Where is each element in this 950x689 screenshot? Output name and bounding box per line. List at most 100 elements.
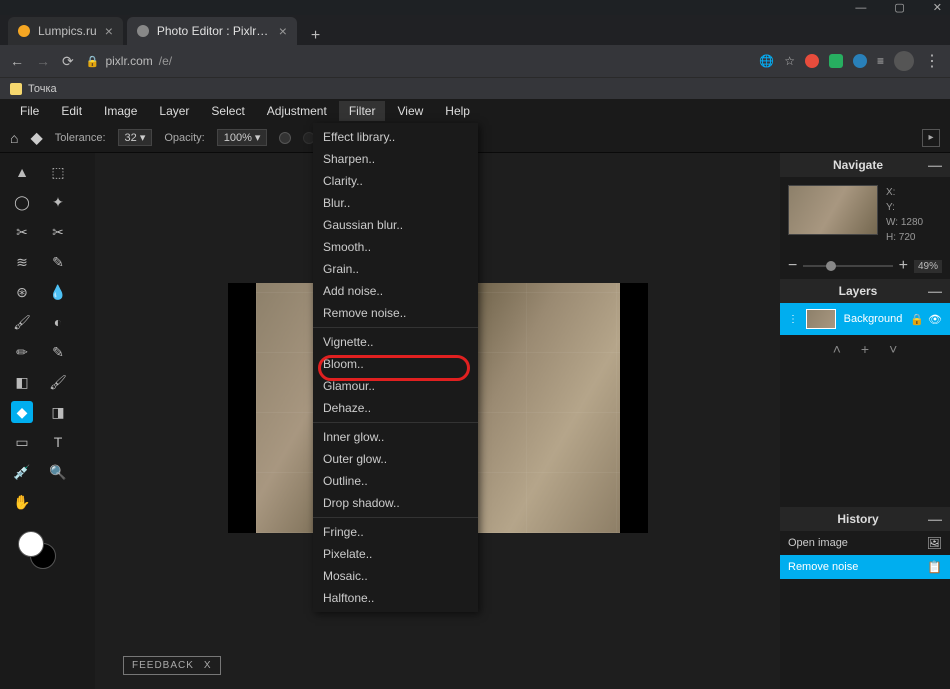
paint-tool-icon[interactable]: 🖌 — [47, 371, 69, 393]
filter-mosaic[interactable]: Mosaic.. — [313, 565, 478, 587]
menu-filter[interactable]: Filter — [339, 101, 386, 121]
cut-tool-icon[interactable]: ✂ — [47, 221, 69, 243]
lock-icon[interactable]: 🔒 — [910, 313, 924, 326]
feedback-button[interactable]: FEEDBACK X — [123, 656, 221, 675]
zoom-in-icon[interactable]: + — [899, 257, 908, 275]
extension-icon[interactable] — [805, 54, 819, 68]
filter-sharpen[interactable]: Sharpen.. — [313, 148, 478, 170]
layer-add-icon[interactable]: + — [861, 341, 869, 357]
feedback-close-icon[interactable]: X — [204, 660, 212, 671]
filter-vignette[interactable]: Vignette.. — [313, 331, 478, 353]
foreground-color[interactable] — [18, 531, 44, 557]
minimize-icon[interactable]: — — [928, 157, 942, 173]
filter-blur[interactable]: Blur.. — [313, 192, 478, 214]
liquify-tool-icon[interactable]: ≋ — [11, 251, 33, 273]
menu-edit[interactable]: Edit — [51, 101, 92, 121]
history-item-active[interactable]: Remove noise 📋 — [780, 555, 950, 579]
marquee-tool-icon[interactable]: ⬚ — [47, 161, 69, 183]
profile-avatar[interactable] — [894, 51, 914, 71]
zoom-value[interactable]: 49% — [914, 260, 942, 273]
slider-thumb[interactable] — [826, 261, 836, 271]
gradient-tool-icon[interactable]: ◨ — [47, 401, 69, 423]
filter-grain[interactable]: Grain.. — [313, 258, 478, 280]
minimize-icon[interactable]: — — [928, 283, 942, 299]
filter-outer-glow[interactable]: Outer glow.. — [313, 448, 478, 470]
eraser-tool-icon[interactable]: ◧ — [11, 371, 33, 393]
translate-icon[interactable]: 🌐 — [759, 54, 774, 68]
filter-add-noise[interactable]: Add noise.. — [313, 280, 478, 302]
crop-tool-icon[interactable]: ✂ — [11, 221, 33, 243]
clone-tool-icon[interactable]: ⊛ — [11, 281, 33, 303]
filter-clarity[interactable]: Clarity.. — [313, 170, 478, 192]
option-toggle[interactable] — [279, 132, 291, 144]
tolerance-input[interactable]: 32 ▾ — [118, 129, 153, 146]
home-icon[interactable]: ⌂ — [10, 130, 18, 146]
window-maximize[interactable]: ▢ — [894, 1, 904, 14]
filter-pixelate[interactable]: Pixelate.. — [313, 543, 478, 565]
menu-icon[interactable]: ⋮ — [924, 51, 940, 71]
fill-tool-icon[interactable]: ◆ — [11, 401, 33, 423]
shape-tool-icon[interactable]: ▭ — [11, 431, 33, 453]
filter-smooth[interactable]: Smooth.. — [313, 236, 478, 258]
visibility-icon[interactable]: 👁 — [928, 313, 942, 326]
menu-adjustment[interactable]: Adjustment — [257, 101, 337, 121]
draw-tool-icon[interactable]: ✎ — [47, 341, 69, 363]
opacity-input[interactable]: 100% ▾ — [217, 129, 268, 146]
drag-handle-icon[interactable]: ⋮ — [788, 314, 798, 325]
filter-bloom[interactable]: Bloom.. — [313, 353, 478, 375]
history-item[interactable]: Open image 🖼 — [780, 531, 950, 555]
zoom-slider[interactable] — [803, 265, 892, 267]
menu-view[interactable]: View — [387, 101, 433, 121]
browser-tab-active[interactable]: Photo Editor : Pixlr E - free imag... × — [127, 17, 297, 45]
panel-toggle-icon[interactable]: ▸ — [922, 129, 940, 147]
tab-close-icon[interactable]: × — [105, 23, 113, 39]
dodge-tool-icon[interactable]: ◐ — [47, 311, 69, 333]
new-tab-button[interactable]: + — [301, 27, 330, 45]
pencil-tool-icon[interactable]: ✏ — [11, 341, 33, 363]
filter-outline[interactable]: Outline.. — [313, 470, 478, 492]
extension-icon[interactable]: ≡ — [877, 54, 884, 68]
bookmark-item[interactable]: Точка — [28, 83, 57, 95]
window-minimize[interactable]: — — [855, 2, 866, 14]
extension-icon[interactable] — [829, 54, 843, 68]
filter-glamour[interactable]: Glamour.. — [313, 375, 478, 397]
brush-tool-icon[interactable]: 🖌 — [11, 311, 33, 333]
filter-effect-library[interactable]: Effect library.. — [313, 126, 478, 148]
back-icon[interactable]: ← — [10, 53, 24, 69]
eyedropper-tool-icon[interactable]: 💉 — [11, 461, 33, 483]
move-tool-icon[interactable]: ▲ — [11, 161, 33, 183]
lasso-tool-icon[interactable]: ◯ — [11, 191, 33, 213]
menu-layer[interactable]: Layer — [149, 101, 199, 121]
url-input[interactable]: 🔒 pixlr.com/e/ — [86, 54, 748, 68]
filter-halftone[interactable]: Halftone.. — [313, 587, 478, 609]
color-swatch[interactable] — [18, 531, 56, 569]
window-close[interactable]: ✕ — [933, 1, 942, 14]
tab-close-icon[interactable]: × — [279, 23, 287, 39]
reload-icon[interactable]: ⟳ — [62, 53, 74, 70]
star-icon[interactable]: ☆ — [784, 54, 795, 68]
pen-tool-icon[interactable]: ✎ — [47, 251, 69, 273]
blur-tool-icon[interactable]: 💧 — [47, 281, 69, 303]
zoom-tool-icon[interactable]: 🔍 — [47, 461, 69, 483]
filter-fringe[interactable]: Fringe.. — [313, 521, 478, 543]
forward-icon[interactable]: → — [36, 53, 50, 69]
browser-tab[interactable]: Lumpics.ru × — [8, 17, 123, 45]
menu-help[interactable]: Help — [435, 101, 480, 121]
extension-icon[interactable] — [853, 54, 867, 68]
wand-tool-icon[interactable]: ✦ — [47, 191, 69, 213]
minimize-icon[interactable]: — — [928, 511, 942, 527]
menu-select[interactable]: Select — [201, 101, 254, 121]
hand-tool-icon[interactable]: ✋ — [11, 491, 33, 513]
filter-dehaze[interactable]: Dehaze.. — [313, 397, 478, 419]
menu-file[interactable]: File — [10, 101, 49, 121]
filter-remove-noise[interactable]: Remove noise.. — [313, 302, 478, 324]
filter-drop-shadow[interactable]: Drop shadow.. — [313, 492, 478, 514]
navigate-thumbnail[interactable] — [788, 185, 878, 235]
filter-gaussian-blur[interactable]: Gaussian blur.. — [313, 214, 478, 236]
zoom-out-icon[interactable]: − — [788, 257, 797, 275]
layer-down-icon[interactable]: ˅ — [889, 341, 897, 357]
text-tool-icon[interactable]: T — [47, 431, 69, 453]
layer-item[interactable]: ⋮ Background 🔒 👁 — [780, 303, 950, 335]
filter-inner-glow[interactable]: Inner glow.. — [313, 426, 478, 448]
layer-up-icon[interactable]: ˄ — [833, 341, 841, 357]
